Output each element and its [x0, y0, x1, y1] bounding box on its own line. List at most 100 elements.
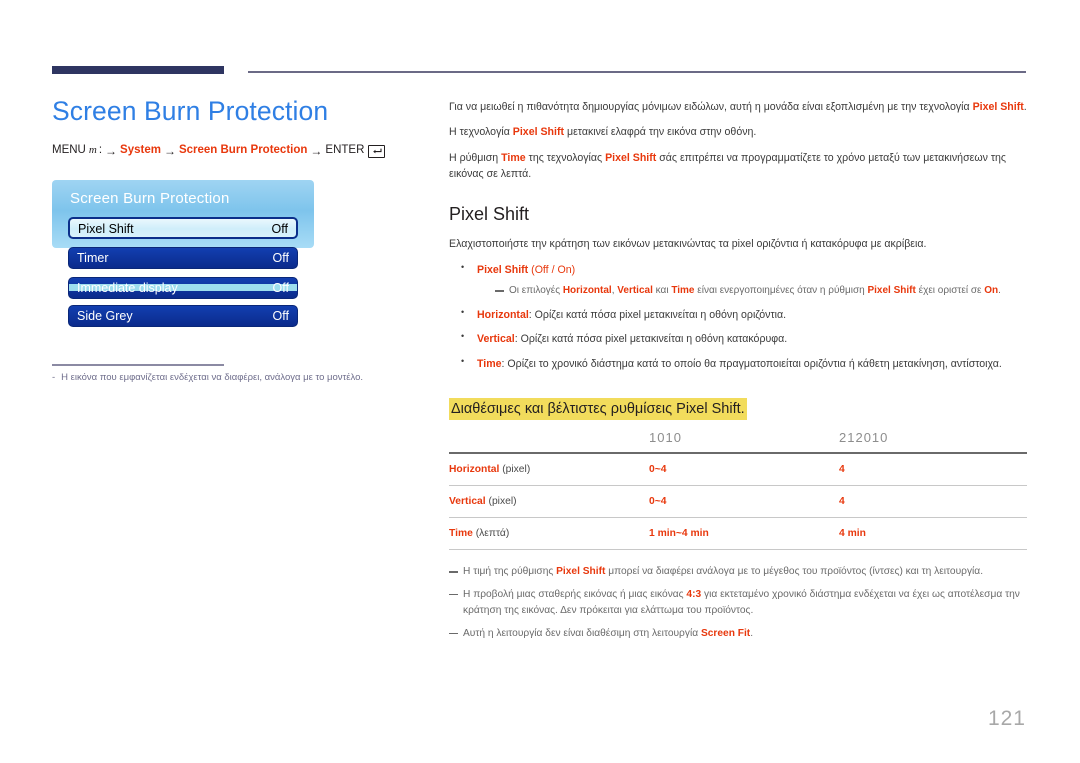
table-row: Horizontal (pixel) 0~4 4 — [449, 453, 1027, 487]
bullet-horizontal: Horizontal: Ορίζει κατά πόσα pixel μετακ… — [449, 306, 1027, 323]
left-column: Screen Burn Protection MENU m : → System… — [52, 96, 412, 159]
footnote-divider — [52, 364, 224, 366]
osd-row-side-grey[interactable]: Side Grey Off — [68, 305, 298, 327]
table-row: Time (λεπτά) 1 min~4 min 4 min — [449, 517, 1027, 551]
subnote-text-g: είναι ενεργοποιημένες όταν η ρύθμιση — [694, 285, 868, 297]
intro-paragraph-1: Για να μειωθεί η πιθανότητα δημιουργίας … — [449, 99, 1027, 115]
breadcrumb-arrow-icon-3: → — [310, 143, 323, 158]
subnote-term-on: On — [984, 285, 999, 297]
table-cell-col3: 4 — [839, 453, 1027, 487]
bullet-rest: (Off / On) — [528, 263, 576, 276]
bullet-term: Time — [477, 357, 502, 370]
osd-row-pixel-shift[interactable]: Pixel Shift Off — [68, 217, 298, 239]
osd-row-value: Off — [272, 281, 289, 295]
intro-p3-term-pixel-shift: Pixel Shift — [605, 151, 657, 164]
bottom-note-2-a: Η προβολή μιας σταθερής εικόνας ή μιας ε… — [463, 589, 687, 601]
bullet-rest: : Ορίζει κατά πόσα pixel μετακινείται η … — [514, 333, 788, 346]
osd-row-label: Pixel Shift — [78, 222, 134, 236]
intro-p2-text-a: Η τεχνολογία — [449, 126, 513, 139]
menu-glyph-icon: m — [88, 144, 97, 157]
bullet-term: Vertical — [477, 333, 515, 346]
header-accent-bar — [52, 66, 224, 74]
bottom-note-1: Η τιμή της ρύθμισης Pixel Shift μπορεί ν… — [449, 564, 1027, 580]
bullet-rest: : Ορίζει το χρονικό διάστημα κατά το οπο… — [501, 357, 1002, 370]
bottom-note-3-c: . — [750, 627, 754, 639]
bullet-rest: : Ορίζει κατά πόσα pixel μετακινείται η … — [528, 308, 787, 321]
intro-p2-term: Pixel Shift — [512, 126, 565, 139]
subnote-text-e: και — [652, 285, 672, 297]
subnote-term-vertical: Vertical — [617, 285, 653, 297]
table-cell-label: Time (λεπτά) — [449, 517, 649, 551]
bottom-note-1-term: Pixel Shift — [556, 566, 606, 578]
intro-paragraph-2: Η τεχνολογία Pixel Shift μετακινεί ελαφρ… — [449, 124, 1027, 140]
footnote-dash: - — [52, 372, 56, 383]
osd-row-value: Off — [271, 222, 288, 236]
osd-row-value: Off — [272, 251, 289, 265]
intro-p1-term: Pixel Shift — [972, 101, 1024, 113]
osd-row-timer[interactable]: Timer Off — [68, 247, 298, 269]
table-row: Vertical (pixel) 0~4 4 — [449, 485, 1027, 519]
highlighted-heading: Διαθέσιμες και βέλτιστες ρυθμίσεις Pixel… — [449, 397, 747, 421]
header-rule — [248, 71, 1026, 73]
section-intro-paragraph: Ελαχιστοποιήστε την κράτηση των εικόνων … — [449, 238, 927, 251]
osd-row-value: Off — [272, 309, 289, 323]
table-header-row: 1010 212010 — [449, 428, 1027, 455]
table-header-blank — [449, 428, 649, 455]
intro-p3-term-time: Time — [501, 151, 526, 164]
table-cell-col3: 4 — [839, 485, 1027, 519]
intro-p3-text-a: Η ρύθμιση — [449, 151, 502, 164]
section-title-pixel-shift: Pixel Shift — [449, 203, 530, 224]
table-cell-col2: 1 min~4 min — [649, 517, 839, 551]
bottom-note-2-term: 4:3 — [686, 589, 702, 601]
osd-row-label: Timer — [77, 251, 109, 265]
page-title: Screen Burn Protection — [52, 96, 329, 126]
table-row-unit: (pixel) — [488, 496, 517, 508]
subnote-term-horizontal: Horizontal — [562, 285, 612, 297]
subnote-text-a: Οι επιλογές — [509, 285, 563, 297]
table-cell-label: Vertical (pixel) — [449, 485, 649, 519]
osd-row-label: Side Grey — [77, 309, 133, 323]
table-cell-col2: 0~4 — [649, 485, 839, 519]
bottom-note-3-term: Screen Fit — [700, 627, 751, 639]
table-cell-col2: 0~4 — [649, 453, 839, 487]
subnote-term-pixel-shift: Pixel Shift — [867, 285, 916, 297]
bottom-note-1-a: Η τιμή της ρύθμισης — [463, 566, 557, 578]
table-row-term: Horizontal — [449, 464, 500, 476]
bottom-note-1-c: μπορεί να διαφέρει ανάλογα με το μέγεθος… — [605, 566, 984, 578]
footnote-text: Η εικόνα που εμφανίζεται ενδέχεται να δι… — [61, 372, 364, 383]
subnote-text-k: . — [998, 285, 1001, 297]
table-header-model-212010: 212010 — [839, 428, 1027, 455]
breadcrumb-menu-label: MENU — [52, 144, 86, 157]
table-cell-col3: 4 min — [839, 517, 1027, 551]
bullet-pixel-shift: Pixel Shift (Off / On) Οι επιλογές Horiz… — [449, 261, 1027, 299]
breadcrumb-item-screen-burn-protection[interactable]: Screen Burn Protection — [179, 145, 307, 157]
osd-row-immediate-display[interactable]: Immediate display Off — [68, 277, 298, 299]
menu-breadcrumb: MENU m : → System → Screen Burn Protecti… — [52, 143, 412, 159]
table-row-unit: (λεπτά) — [475, 528, 510, 540]
intro-p1-text-a: Για να μειωθεί η πιθανότητα δημιουργίας … — [449, 101, 973, 113]
bullet-term: Pixel Shift — [477, 263, 529, 276]
left-footnote: - Η εικόνα που εμφανίζεται ενδέχεται να … — [52, 371, 412, 385]
intro-p1-text-c: . — [1023, 101, 1027, 113]
page-number: 121 — [987, 707, 1026, 730]
osd-row-label: Immediate display — [77, 281, 178, 295]
osd-panel-title: Screen Burn Protection — [70, 190, 230, 207]
subnote-term-time: Time — [671, 285, 695, 297]
table-row-unit: (pixel) — [502, 464, 531, 476]
bottom-note-2: Η προβολή μιας σταθερής εικόνας ή μιας ε… — [449, 587, 1027, 619]
intro-p3-text-c: της τεχνολογίας — [525, 151, 606, 164]
bullet-time: Time: Ορίζει το χρονικό διάστημα κατά το… — [449, 355, 1027, 372]
pixel-shift-settings-table: 1010 212010 Horizontal (pixel) 0~4 4 Ver… — [449, 428, 1027, 551]
intro-p2-text-c: μετακινεί ελαφρά την εικόνα στην οθόνη. — [564, 126, 757, 139]
breadcrumb-arrow-icon: → — [105, 143, 118, 158]
intro-paragraph-3: Η ρύθμιση Time της τεχνολογίας Pixel Shi… — [449, 150, 1027, 183]
breadcrumb-item-system[interactable]: System — [120, 145, 161, 157]
bullet-term: Horizontal — [477, 308, 529, 321]
breadcrumb-arrow-icon-2: → — [163, 143, 176, 158]
bottom-notes: Η τιμή της ρύθμισης Pixel Shift μπορεί ν… — [449, 564, 1027, 641]
table-row-term: Vertical — [449, 496, 486, 508]
table-cell-label: Horizontal (pixel) — [449, 453, 649, 487]
breadcrumb-enter-label: ENTER — [325, 144, 365, 157]
table-row-term: Time — [449, 528, 473, 540]
subnote-pixel-shift-dependencies: Οι επιλογές Horizontal, Vertical και Tim… — [495, 283, 1027, 299]
